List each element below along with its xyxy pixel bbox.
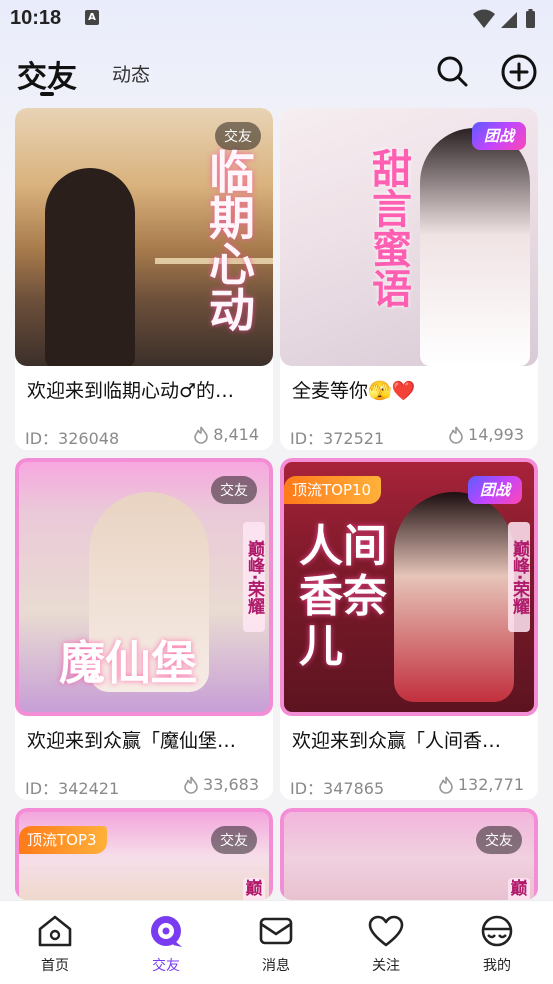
room-cover-image: 甜言蜜语 团战 [280, 108, 538, 366]
friend-badge: 交友 [476, 826, 522, 854]
poster-figure [420, 128, 530, 366]
nav-messages-label: 消息 [262, 958, 290, 974]
room-id: ID：347865 [290, 779, 385, 798]
bottom-nav: 首页 交友 消息 关注 我的 [0, 900, 553, 984]
poster-side-label: 巅峰·荣耀 [508, 522, 530, 632]
flame-icon [449, 426, 463, 444]
battery-icon [526, 11, 535, 28]
room-card[interactable]: 甜言蜜语 团战 全麦等你🫣❤️ ID：372521 14,993 [280, 108, 538, 450]
chat-bubble-icon [151, 916, 182, 947]
room-card[interactable]: 魔仙堡 巅峰·荣耀 交友 欢迎来到众赢「魔仙堡… ID：342421 33,68… [15, 458, 273, 800]
notification-a-icon: A [85, 10, 99, 25]
heart-icon [368, 915, 404, 947]
room-heat: 14,993 [447, 425, 524, 444]
status-icons [471, 8, 541, 34]
room-title: 欢迎来到众赢「人间香… [292, 730, 502, 752]
wifi-icon [473, 9, 495, 28]
top-rank-badge: 顶流TOP3 [19, 826, 107, 854]
nav-profile[interactable]: 我的 [457, 913, 537, 975]
room-card[interactable]: 顶流TOP3 交友 巅 [15, 808, 273, 900]
add-button[interactable] [500, 53, 538, 91]
heat-value: 132,771 [457, 775, 524, 794]
heat-value: 33,683 [203, 775, 259, 794]
team-battle-badge: 团战 [468, 476, 522, 504]
nav-friends[interactable]: 交友 [126, 913, 206, 975]
profile-icon [481, 915, 513, 947]
room-card[interactable]: 交友 巅 [280, 808, 538, 900]
room-card[interactable]: 人间香奈儿 巅峰·荣耀 顶流TOP10 团战 欢迎来到众赢「人间香… ID：34… [280, 458, 538, 800]
friend-badge: 交友 [211, 826, 257, 854]
flame-icon [439, 776, 453, 794]
nav-home[interactable]: 首页 [15, 913, 95, 975]
room-heat: 8,414 [192, 425, 259, 444]
nav-follow[interactable]: 关注 [346, 913, 426, 975]
room-id: ID：342421 [25, 779, 120, 798]
heat-value: 8,414 [213, 425, 259, 444]
room-heat: 132,771 [437, 775, 524, 794]
poster-title: 甜言蜜语 [365, 148, 412, 308]
room-title: 欢迎来到临期心动♂的… [27, 380, 235, 402]
top-rank-badge: 顶流TOP10 [284, 476, 382, 504]
tab-feed[interactable]: 动态 [112, 60, 150, 87]
poster-title: 魔仙堡 [59, 636, 197, 690]
room-cover-image: 魔仙堡 巅峰·荣耀 交友 [15, 458, 273, 716]
room-id: ID：326048 [25, 429, 120, 448]
room-cover-image: 交友 巅 [280, 808, 538, 900]
signal-icon [501, 12, 517, 28]
nav-profile-label: 我的 [483, 958, 511, 974]
poster-title: 临期心动 [202, 148, 256, 332]
plus-circle-icon [501, 54, 537, 90]
nav-messages[interactable]: 消息 [236, 913, 316, 975]
status-time: 10:18 [10, 7, 62, 29]
tab-active-indicator [40, 92, 54, 96]
room-card[interactable]: 临期心动 交友 欢迎来到临期心动♂的… ID：326048 8,414 [15, 108, 273, 450]
poster-side-label: 巅峰·荣耀 [243, 522, 265, 632]
search-button[interactable] [434, 53, 470, 89]
friend-badge: 交友 [215, 122, 261, 150]
room-heat: 33,683 [182, 775, 259, 794]
home-icon [38, 915, 72, 947]
room-title: 欢迎来到众赢「魔仙堡… [27, 730, 237, 752]
mail-icon [259, 917, 293, 945]
poster-figure [394, 492, 514, 702]
flame-icon [194, 426, 208, 444]
poster-title: 人间香奈儿 [299, 521, 387, 672]
room-cover-image: 临期心动 交友 [15, 108, 273, 366]
poster-figure [45, 168, 135, 366]
heat-value: 14,993 [468, 425, 524, 444]
friend-badge: 交友 [211, 476, 257, 504]
nav-friends-label: 交友 [152, 958, 180, 974]
search-icon [437, 56, 468, 87]
room-title: 全麦等你🫣❤️ [292, 380, 416, 402]
room-cover-image: 人间香奈儿 巅峰·荣耀 顶流TOP10 团战 [280, 458, 538, 716]
flame-icon [184, 776, 198, 794]
team-battle-badge: 团战 [472, 122, 526, 150]
tab-friends[interactable]: 交友 [17, 52, 77, 96]
nav-follow-label: 关注 [372, 958, 400, 974]
room-cover-image: 顶流TOP3 交友 巅 [15, 808, 273, 900]
poster-side-label: 巅 [508, 878, 530, 900]
room-id: ID：372521 [290, 429, 385, 448]
nav-home-label: 首页 [41, 958, 69, 974]
status-bar: 10:18 A [0, 0, 553, 40]
poster-side-label: 巅 [243, 878, 265, 900]
